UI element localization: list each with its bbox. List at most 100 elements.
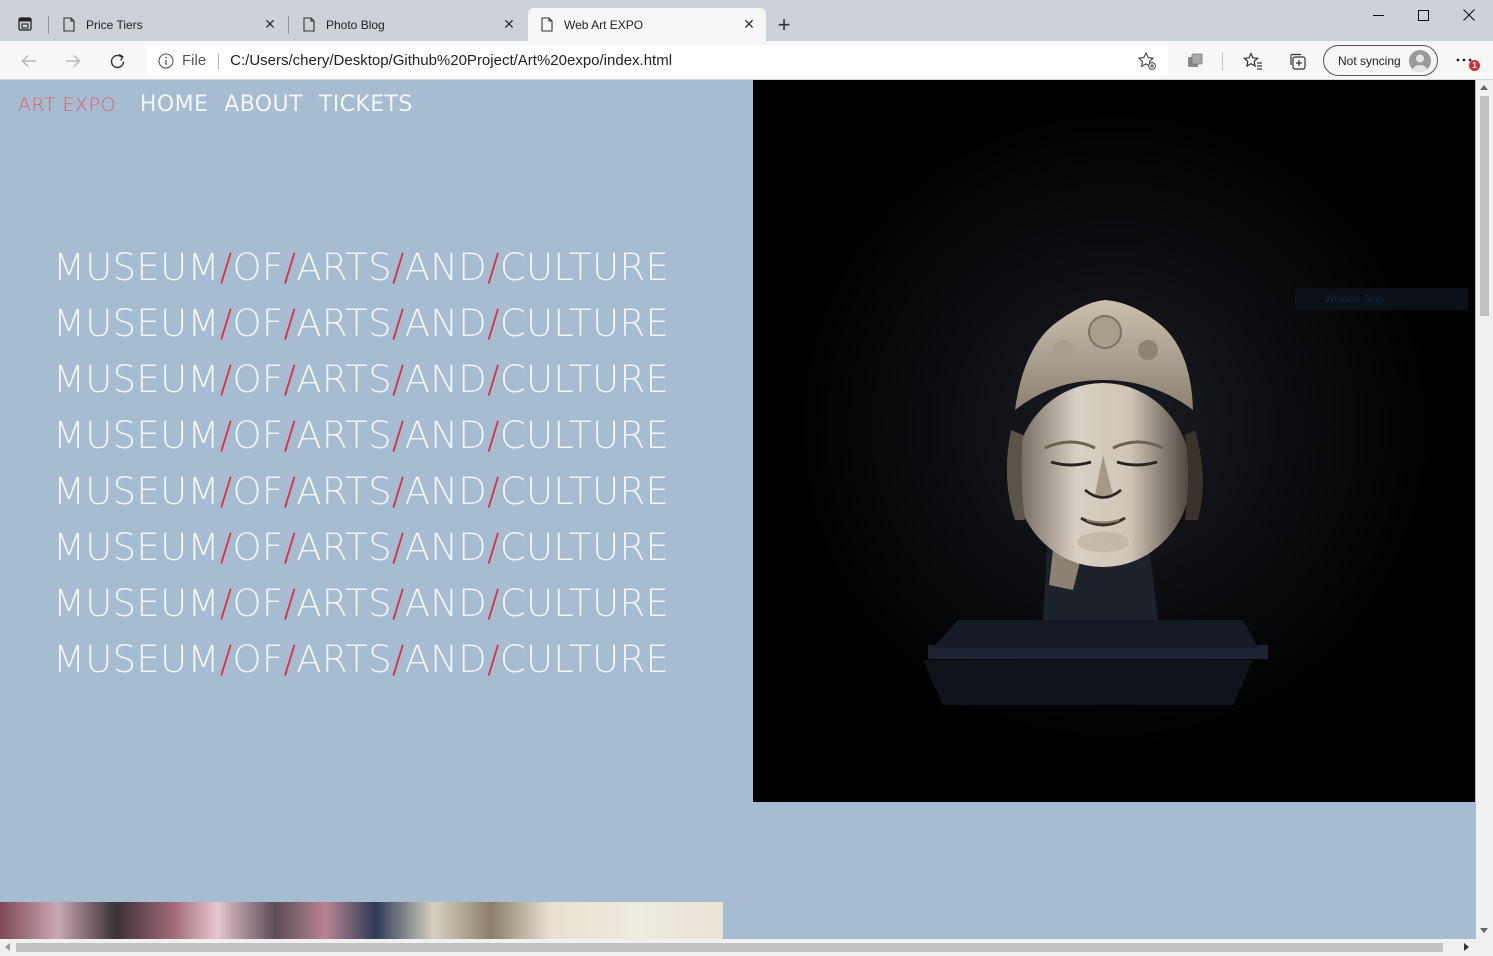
settings-more-button[interactable]: 1 [1454, 50, 1480, 74]
hero-word: ARTS [296, 638, 392, 681]
hero-word: OF [232, 414, 284, 457]
hero-word: OF [232, 526, 284, 569]
hero-slash: / [487, 246, 500, 289]
url-text[interactable]: C:/Users/chery/Desktop/Github%20Project/… [230, 52, 1136, 69]
hero-word: MUSEUM [53, 526, 220, 569]
hero-word: CULTURE [499, 638, 670, 681]
minimize-icon[interactable] [1355, 0, 1401, 30]
tab-title: Photo Blog [326, 17, 385, 32]
hero-word: MUSEUM [53, 638, 220, 681]
horizontal-scrollbar[interactable] [0, 939, 1493, 956]
profile-sync-button[interactable]: Not syncing [1323, 45, 1438, 76]
hero-slash: / [391, 526, 405, 569]
tab-separator [288, 16, 289, 34]
hero-slash: / [487, 302, 500, 345]
info-icon[interactable] [158, 52, 174, 69]
hero-slash: / [219, 582, 233, 625]
hero-slash: / [487, 414, 500, 457]
tab-photo-blog[interactable]: Photo Blog ✕ [290, 8, 526, 41]
hero-word: ARTS [296, 526, 392, 569]
nav-home-link[interactable]: HOME [140, 92, 208, 117]
hero-slash: / [219, 638, 233, 681]
hero-word: AND [404, 582, 488, 625]
hero-slash: / [391, 358, 405, 401]
hero-slash: / [391, 470, 405, 513]
close-tab-icon[interactable]: ✕ [738, 14, 760, 36]
address-bar[interactable]: File C:/Users/chery/Desktop/Github%20Pro… [146, 45, 1168, 76]
hero-heading-line: MUSEUM/OF/ARTS/AND/CULTURE [53, 464, 669, 520]
hero-slash: / [391, 246, 405, 289]
hero-word: CULTURE [499, 358, 670, 401]
hero-word: ARTS [296, 246, 392, 289]
hero-word: ARTS [296, 470, 392, 513]
nav-tickets-link[interactable]: TICKETS [319, 92, 413, 117]
hero-slash: / [391, 638, 405, 681]
hero-word: AND [404, 246, 488, 289]
maximize-icon[interactable] [1400, 0, 1446, 30]
hero-slash: / [283, 246, 297, 289]
scroll-up-arrow-icon[interactable] [1480, 85, 1488, 90]
window-snip-tooltip: Window Snip [1295, 288, 1468, 310]
hero-word: AND [404, 638, 488, 681]
scroll-left-arrow-icon[interactable] [5, 943, 10, 951]
collections-icon[interactable] [1286, 50, 1308, 72]
hero-word: MUSEUM [53, 582, 220, 625]
brand-logo[interactable]: ART EXPO [18, 94, 116, 116]
tab-actions-icon[interactable] [10, 10, 40, 38]
hero-slash: / [283, 582, 297, 625]
hero-slash: / [487, 470, 500, 513]
back-arrow-icon[interactable] [15, 47, 43, 75]
hero-slash: / [487, 358, 500, 401]
tab-web-art-expo[interactable]: Web Art EXPO ✕ [528, 8, 766, 41]
new-tab-icon[interactable]: + [772, 12, 796, 37]
page-viewport: ART EXPO HOME ABOUT TICKETS MUSEUM/OF/AR… [0, 80, 1476, 939]
avatar [1409, 50, 1431, 72]
extensions-icon[interactable] [1184, 50, 1206, 72]
hero-slash: / [219, 526, 233, 569]
hero-slash: / [283, 470, 297, 513]
hero-slash: / [219, 358, 233, 401]
hero-word: CULTURE [499, 246, 670, 289]
vertical-scrollbar[interactable] [1476, 80, 1493, 939]
scheme-label: File [182, 52, 207, 69]
site-nav: ART EXPO HOME ABOUT TICKETS [18, 92, 429, 117]
hero-word: MUSEUM [53, 246, 220, 289]
hero-slash: / [391, 582, 405, 625]
mural-photo-partial [0, 902, 723, 939]
hero-heading-line: MUSEUM/OF/ARTS/AND/CULTURE [53, 408, 669, 464]
nav-about-link[interactable]: ABOUT [224, 92, 303, 117]
close-tab-icon[interactable]: ✕ [498, 14, 520, 36]
hero-word: OF [232, 582, 284, 625]
forward-arrow-icon[interactable] [59, 47, 87, 75]
document-icon [60, 16, 78, 34]
hero-word: AND [404, 302, 488, 345]
buddha-sculpture-photo [753, 80, 1475, 802]
favorites-icon[interactable] [1242, 50, 1264, 72]
scroll-right-arrow-icon[interactable] [1464, 943, 1469, 951]
hero-word: CULTURE [499, 582, 670, 625]
hero-word: CULTURE [499, 526, 670, 569]
hero-heading-line: MUSEUM/OF/ARTS/AND/CULTURE [53, 352, 669, 408]
hero-slash: / [283, 414, 297, 457]
horizontal-scroll-thumb[interactable] [16, 943, 1443, 952]
toolbar-divider [1222, 52, 1223, 70]
hero-slash: / [487, 526, 500, 569]
tab-price-tiers[interactable]: Price Tiers ✕ [50, 8, 287, 41]
close-tab-icon[interactable]: ✕ [259, 14, 281, 36]
hero-word: OF [232, 302, 284, 345]
hero-slash: / [283, 638, 297, 681]
tab-title: Web Art EXPO [564, 17, 644, 32]
hero-slash: / [391, 302, 405, 345]
close-window-icon[interactable] [1446, 0, 1492, 30]
vertical-scroll-thumb[interactable] [1480, 96, 1489, 316]
scroll-down-arrow-icon[interactable] [1480, 928, 1488, 933]
hero-word: CULTURE [499, 470, 670, 513]
refresh-icon[interactable] [103, 47, 131, 75]
hero-word: MUSEUM [53, 470, 220, 513]
add-favorite-icon[interactable] [1136, 50, 1158, 72]
document-icon [300, 16, 318, 34]
hero-slash: / [219, 470, 233, 513]
hero-word: OF [232, 246, 284, 289]
hero-word: AND [404, 414, 488, 457]
hero-heading-line: MUSEUM/OF/ARTS/AND/CULTURE [53, 632, 669, 688]
